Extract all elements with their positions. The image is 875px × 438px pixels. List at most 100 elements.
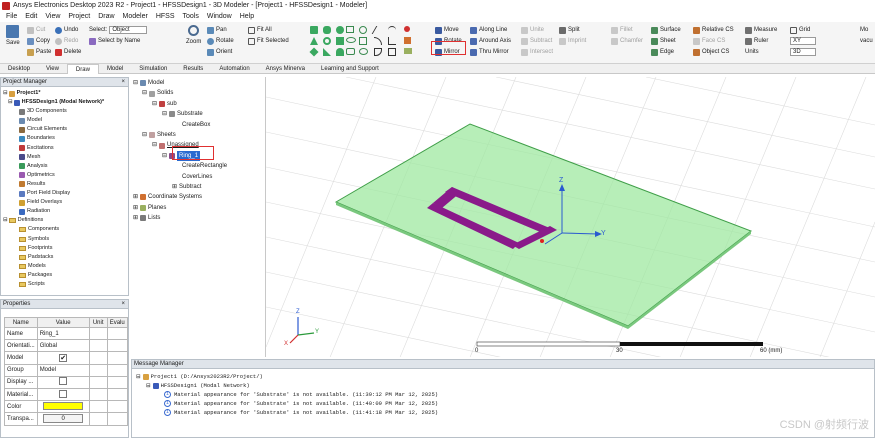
display-wireframe-checkbox[interactable]: [59, 377, 68, 386]
face-cs-button[interactable]: Face CS: [693, 36, 725, 46]
tree-item-analysis[interactable]: Analysis: [3, 162, 104, 171]
solids-node[interactable]: ⊟ Solids: [133, 88, 227, 98]
undo-button[interactable]: Undo: [55, 25, 78, 35]
tab-draw[interactable]: Draw: [66, 63, 99, 74]
group-value[interactable]: Model: [36, 363, 90, 377]
box-icon[interactable]: [310, 26, 318, 34]
menu-file[interactable]: File: [2, 13, 21, 20]
tab-ansys-minerva[interactable]: Ansys Minerva: [258, 64, 313, 74]
unassigned-node[interactable]: ⊟ Unassigned: [133, 140, 227, 150]
grid-plane-dropdown[interactable]: XY: [790, 36, 816, 46]
around-axis-button[interactable]: Around Axis: [470, 36, 511, 46]
tree-item-packages[interactable]: Packages: [3, 271, 104, 280]
message-line[interactable]: i Material appearance for 'Substrate' is…: [164, 400, 438, 407]
tree-item-optimetrics[interactable]: Optimetrics: [3, 171, 104, 180]
plane-icon[interactable]: [404, 48, 412, 54]
imprint-button[interactable]: Imprint: [559, 36, 586, 46]
split-button[interactable]: Split: [559, 25, 580, 35]
transparency-field[interactable]: 0: [43, 414, 84, 424]
polygon-icon[interactable]: [359, 37, 367, 45]
tree-item-boundaries[interactable]: Boundaries: [3, 134, 104, 143]
message-line[interactable]: i Material appearance for 'Substrate' is…: [164, 409, 438, 416]
sheet-button[interactable]: Sheet: [651, 36, 676, 46]
cut-button[interactable]: Cut: [27, 25, 45, 35]
substrate-shape[interactable]: [334, 123, 753, 327]
ellipse-icon[interactable]: [346, 37, 356, 43]
tree-item-circuit-elements[interactable]: Circuit Elements: [3, 125, 104, 134]
equation-curve-icon[interactable]: [359, 48, 368, 55]
tree-item-symbols[interactable]: Symbols: [3, 235, 104, 244]
ring-node[interactable]: ⊟ Ring_1: [133, 150, 227, 162]
planes-node[interactable]: ⊞ Planes: [133, 203, 227, 213]
select-by-name-button[interactable]: Select by Name: [89, 36, 140, 46]
coordinate-icon[interactable]: [404, 37, 411, 44]
tab-learning-support[interactable]: Learning and Support: [313, 64, 387, 74]
sphere-icon[interactable]: [336, 26, 344, 34]
close-icon[interactable]: ×: [121, 78, 125, 87]
grid-button[interactable]: Grid: [790, 25, 810, 35]
create-box-node[interactable]: CreateBox: [133, 120, 227, 130]
rotate-view-button[interactable]: Rotate: [207, 36, 234, 46]
paste-button[interactable]: Paste: [27, 47, 51, 57]
along-line-button[interactable]: Along Line: [470, 25, 507, 35]
tab-model[interactable]: Model: [99, 64, 131, 74]
redo-button[interactable]: Redo: [55, 36, 78, 46]
units-button[interactable]: Units: [745, 47, 759, 57]
fit-all-button[interactable]: Fit All: [248, 25, 272, 35]
fillet-button[interactable]: Fillet: [611, 25, 633, 35]
message-line[interactable]: i Material appearance for 'Substrate' is…: [164, 391, 438, 398]
point-icon[interactable]: [404, 26, 410, 32]
name-value[interactable]: Ring_1: [36, 326, 90, 341]
bondwire-icon[interactable]: [336, 48, 344, 56]
rotate-button[interactable]: Rotate: [435, 36, 462, 46]
tab-simulation[interactable]: Simulation: [131, 64, 175, 74]
lists-node[interactable]: ⊞ Lists: [133, 213, 227, 223]
message-design-line[interactable]: ⊟ HFSSDesign1 (Modal Network): [146, 382, 250, 389]
object-cs-button[interactable]: Object CS: [693, 47, 729, 57]
menu-help[interactable]: Help: [236, 13, 258, 20]
tree-item-results[interactable]: Results: [3, 180, 104, 189]
menu-hfss[interactable]: HFSS: [152, 13, 179, 20]
unite-button[interactable]: Unite: [521, 25, 544, 35]
segmented-icon[interactable]: [346, 48, 355, 55]
delete-button[interactable]: Delete: [55, 47, 81, 57]
surface-button[interactable]: Surface: [651, 25, 681, 35]
copy-button[interactable]: Copy: [27, 36, 50, 46]
tree-item-port-field-display[interactable]: Port Field Display: [3, 189, 104, 198]
tab-automation[interactable]: Automation: [211, 64, 257, 74]
orientation-value[interactable]: Global: [36, 339, 90, 353]
intersect-button[interactable]: Intersect: [521, 47, 553, 57]
relative-cs-button[interactable]: Relative CS: [693, 25, 734, 35]
edge-button[interactable]: Edge: [651, 47, 674, 57]
tree-item-scripts[interactable]: Scripts: [3, 280, 104, 289]
tree-item-models[interactable]: Models: [3, 262, 104, 271]
sheets-node[interactable]: ⊟ Sheets: [133, 130, 227, 140]
menu-view[interactable]: View: [41, 13, 64, 20]
model-checkbox[interactable]: ✔: [59, 353, 68, 362]
measure-button[interactable]: Measure: [745, 25, 777, 35]
regular-polyhedron-icon[interactable]: [309, 47, 319, 57]
design-node[interactable]: ⊟ HFSSDesign1 (Modal Network)*: [3, 98, 104, 107]
move-button[interactable]: Move: [435, 25, 459, 35]
menu-tools[interactable]: Tools: [179, 13, 203, 20]
tab-desktop[interactable]: Desktop: [0, 64, 38, 74]
tree-item-3d-components[interactable]: 3D Components: [3, 107, 104, 116]
menu-project[interactable]: Project: [64, 13, 94, 20]
tree-item-model[interactable]: Model: [3, 116, 104, 125]
helix-icon[interactable]: [336, 37, 344, 45]
orient-button[interactable]: Orient: [207, 47, 232, 57]
menu-draw[interactable]: Draw: [94, 13, 118, 20]
ruler-button[interactable]: Ruler: [745, 36, 768, 46]
viewport-canvas[interactable]: [266, 77, 875, 357]
wedge-icon[interactable]: [323, 48, 331, 56]
grid-dimension-dropdown[interactable]: 3D: [790, 47, 816, 57]
spline-icon[interactable]: [388, 26, 396, 34]
tree-item-components[interactable]: Components: [3, 225, 104, 234]
material-dropdown[interactable]: vacu: [860, 36, 873, 46]
save-button[interactable]: Save: [6, 25, 20, 53]
tree-item-padstacks[interactable]: Padstacks: [3, 253, 104, 262]
select-mode-dropdown[interactable]: Object: [109, 26, 148, 34]
cone-icon[interactable]: [310, 37, 318, 45]
substrate-node[interactable]: ⊟ Substrate: [133, 109, 227, 119]
project-node[interactable]: ⊟ Project1*: [3, 89, 104, 98]
